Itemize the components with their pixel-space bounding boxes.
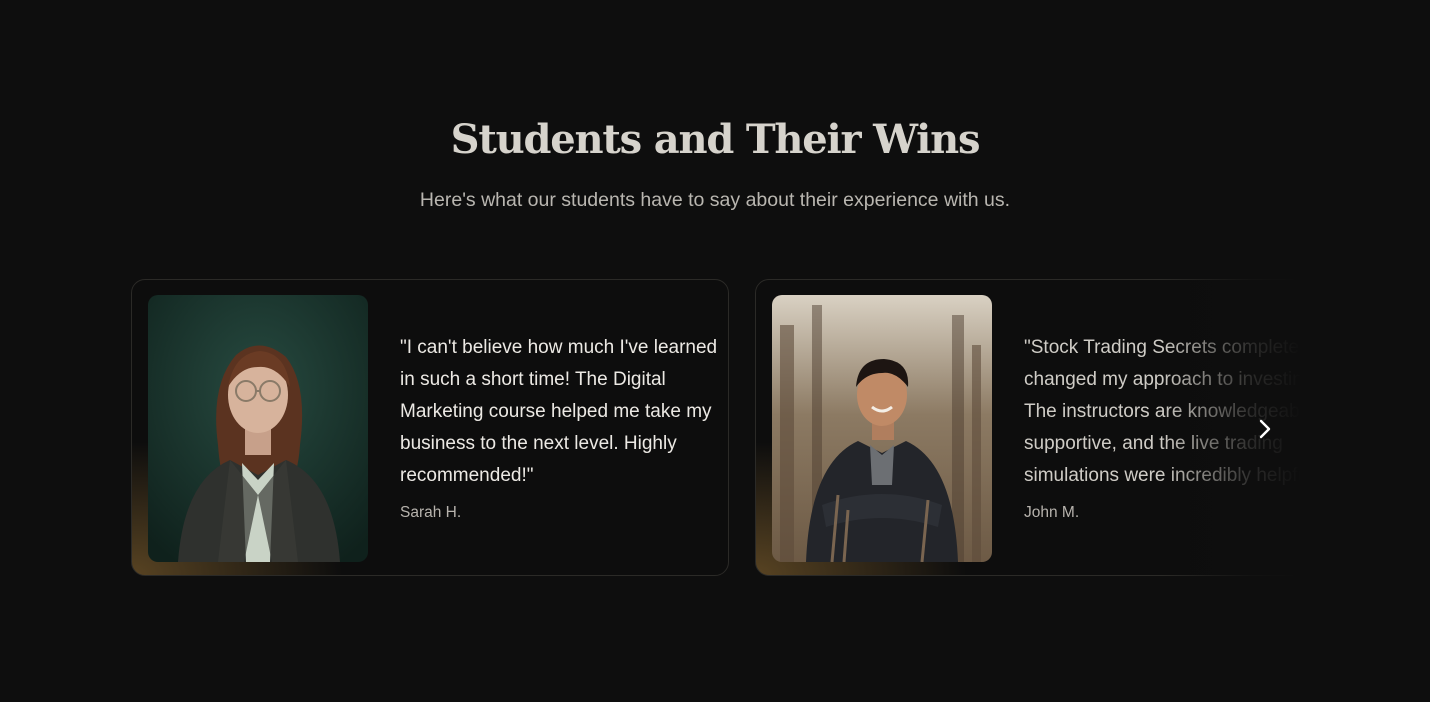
- testimonial-quote: "I can't believe how much I've learned i…: [400, 337, 718, 486]
- chevron-right-icon: [1259, 419, 1271, 439]
- testimonial-card: "I can't believe how much I've learned i…: [131, 279, 729, 576]
- testimonial-author: Sarah H.: [400, 504, 462, 521]
- testimonial-quote: "Stock Trading Secrets completely change…: [1024, 337, 1301, 486]
- carousel-next-button[interactable]: [1250, 414, 1280, 444]
- student-photo: [772, 295, 992, 562]
- testimonials-section: Students and Their Wins Here's what our …: [0, 0, 1430, 702]
- student-photo: [148, 295, 368, 562]
- testimonial-carousel[interactable]: "I can't believe how much I've learned i…: [131, 279, 1301, 579]
- section-subtitle: Here's what our students have to say abo…: [419, 189, 1011, 211]
- testimonial-card: "Stock Trading Secrets completely change…: [755, 279, 1301, 576]
- testimonial-author: John M.: [1024, 504, 1080, 521]
- section-title: Students and Their Wins: [450, 116, 981, 163]
